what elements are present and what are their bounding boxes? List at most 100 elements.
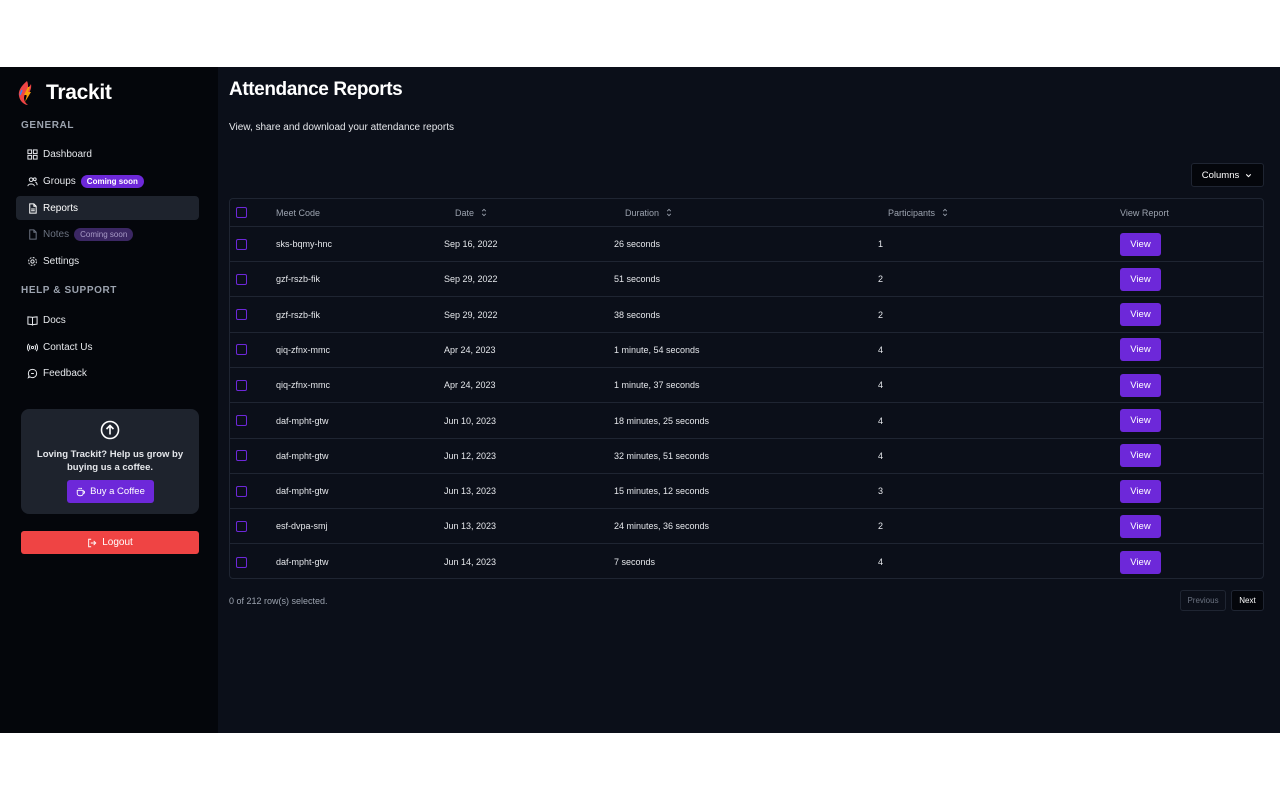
view-report-button[interactable]: View: [1120, 479, 1161, 503]
view-report-button[interactable]: View: [1120, 232, 1161, 256]
select-all-checkbox[interactable]: [236, 207, 247, 218]
sidebar-item-label: Groups: [43, 175, 76, 187]
meet-code-cell: daf-mpht-gtw: [276, 415, 329, 426]
sidebar-item-label: Contact Us: [43, 341, 93, 353]
page-subtitle: View, share and download your attendance…: [229, 122, 454, 133]
row-checkbox[interactable]: [236, 273, 247, 285]
file-icon: [29, 202, 37, 214]
sidebar-item-settings[interactable]: Settings: [16, 249, 199, 273]
table-row: gzf-rszb-fik Sep 29, 2022 38 seconds 2 View: [230, 298, 1263, 333]
sidebar-item-label: Notes: [43, 228, 70, 240]
view-report-cell: View: [1120, 333, 1161, 367]
view-report-cell: View: [1120, 545, 1161, 580]
view-report-button[interactable]: View: [1120, 303, 1161, 327]
date-cell: Sep 16, 2022: [444, 239, 498, 249]
grid-icon: [27, 148, 38, 160]
sidebar: Trackit GENERAL Dashboard Groups Coming …: [0, 67, 218, 733]
participants-cell: 1: [878, 239, 884, 249]
header-label: Duration: [625, 207, 660, 218]
view-report-cell: View: [1120, 298, 1161, 332]
header-duration-sort[interactable]: Duration: [625, 199, 673, 226]
header-meet-code: Meet Code: [276, 199, 320, 226]
row-checkbox[interactable]: [236, 344, 247, 356]
coffee-cup-icon: [76, 487, 86, 496]
sort-icon: [481, 208, 487, 217]
participants-cell: 4: [878, 557, 884, 568]
sidebar-item-label: Dashboard: [43, 148, 92, 160]
brand[interactable]: Trackit: [17, 80, 112, 106]
sidebar-item-contact-us[interactable]: Contact Us: [16, 335, 199, 359]
meet-code-cell: gzf-rszb-fik: [276, 274, 321, 285]
buy-coffee-button[interactable]: Buy a Coffee: [67, 480, 154, 503]
row-checkbox[interactable]: [236, 485, 247, 497]
sidebar-item-feedback[interactable]: Feedback: [16, 361, 199, 385]
view-report-button[interactable]: View: [1120, 373, 1161, 397]
meet-code-cell: qiq-zfnx-mmc: [276, 344, 331, 355]
help-section-label: HELP & SUPPORT: [21, 285, 118, 296]
row-select-cell: [236, 404, 247, 438]
duration-cell: 24 minutes, 36 seconds: [614, 521, 710, 532]
header-label: Participants: [888, 207, 936, 218]
sidebar-item-dashboard[interactable]: Dashboard: [16, 142, 199, 166]
date-cell: Jun 13, 2023: [444, 486, 497, 497]
coffee-card: Loving Trackit? Help us grow by buying u…: [21, 409, 199, 514]
users-icon: [27, 176, 38, 186]
row-select-cell: [236, 262, 247, 296]
header-participants-sort[interactable]: Participants: [888, 199, 949, 226]
view-report-cell: View: [1120, 474, 1161, 508]
row-checkbox[interactable]: [236, 450, 247, 462]
date-cell: Apr 24, 2023: [444, 380, 496, 391]
row-checkbox[interactable]: [236, 309, 247, 321]
logout-button[interactable]: Logout: [21, 531, 199, 554]
logout-icon: [88, 538, 97, 547]
date-cell: Apr 24, 2023: [444, 344, 496, 355]
sort-icon: [942, 208, 948, 217]
table-row: esf-dvpa-smj Jun 13, 2023 24 minutes, 36 s…: [230, 509, 1263, 545]
date-cell: Jun 14, 2023: [444, 557, 497, 568]
reports-table: Meet Code Date Duration Participants Vie…: [229, 198, 1264, 579]
main-content: Attendance Reports View, share and downl…: [218, 67, 1280, 733]
select-all-cell: [236, 199, 247, 226]
arrow-up-circle-icon: [100, 420, 120, 440]
row-select-cell: [236, 227, 247, 261]
view-report-cell: View: [1120, 368, 1161, 402]
view-report-button[interactable]: View: [1120, 550, 1161, 574]
participants-cell: 2: [878, 274, 884, 285]
duration-cell: 15 minutes, 12 seconds: [614, 486, 710, 497]
view-report-button[interactable]: View: [1120, 514, 1161, 538]
row-checkbox[interactable]: [236, 415, 247, 426]
duration-cell: 7 seconds: [614, 557, 656, 568]
duration-cell: 1 minute, 37 seconds: [614, 380, 700, 391]
view-report-button[interactable]: View: [1120, 409, 1161, 432]
view-report-cell: View: [1120, 509, 1161, 543]
meet-code-cell: daf-mpht-gtw: [276, 557, 329, 568]
view-report-button[interactable]: View: [1120, 444, 1161, 468]
row-checkbox[interactable]: [236, 520, 247, 532]
sidebar-item-reports[interactable]: Reports: [16, 196, 199, 220]
duration-cell: 18 minutes, 25 seconds: [614, 415, 710, 426]
columns-dropdown-button[interactable]: Columns: [1191, 163, 1264, 187]
view-report-button[interactable]: View: [1120, 338, 1161, 362]
sidebar-item-docs[interactable]: Docs: [16, 308, 199, 332]
date-cell: Jun 12, 2023: [444, 450, 497, 461]
table-row: qiq-zfnx-mmc Apr 24, 2023 1 minute, 37 sec…: [230, 368, 1263, 404]
selection-status: 0 of 212 row(s) selected.: [229, 596, 328, 606]
next-page-button[interactable]: Next: [1231, 590, 1264, 611]
date-cell: Sep 29, 2022: [444, 309, 498, 320]
sidebar-item-groups[interactable]: Groups Coming soon: [16, 169, 199, 193]
meet-code-cell: daf-mpht-gtw: [276, 450, 329, 461]
view-report-button[interactable]: View: [1120, 267, 1161, 291]
duration-cell: 1 minute, 54 seconds: [614, 344, 700, 355]
logout-label: Logout: [102, 537, 133, 548]
columns-label: Columns: [1201, 169, 1240, 181]
row-select-cell: [236, 368, 247, 402]
participants-cell: 2: [878, 521, 884, 532]
previous-page-button[interactable]: Previous: [1180, 590, 1226, 611]
row-checkbox[interactable]: [236, 238, 247, 250]
page-title: Attendance Reports: [229, 79, 403, 100]
date-cell: Jun 10, 2023: [444, 415, 497, 426]
row-checkbox[interactable]: [236, 379, 247, 391]
row-checkbox[interactable]: [236, 556, 247, 568]
header-label: Meet Code: [276, 207, 321, 218]
header-date-sort[interactable]: Date: [455, 199, 488, 226]
